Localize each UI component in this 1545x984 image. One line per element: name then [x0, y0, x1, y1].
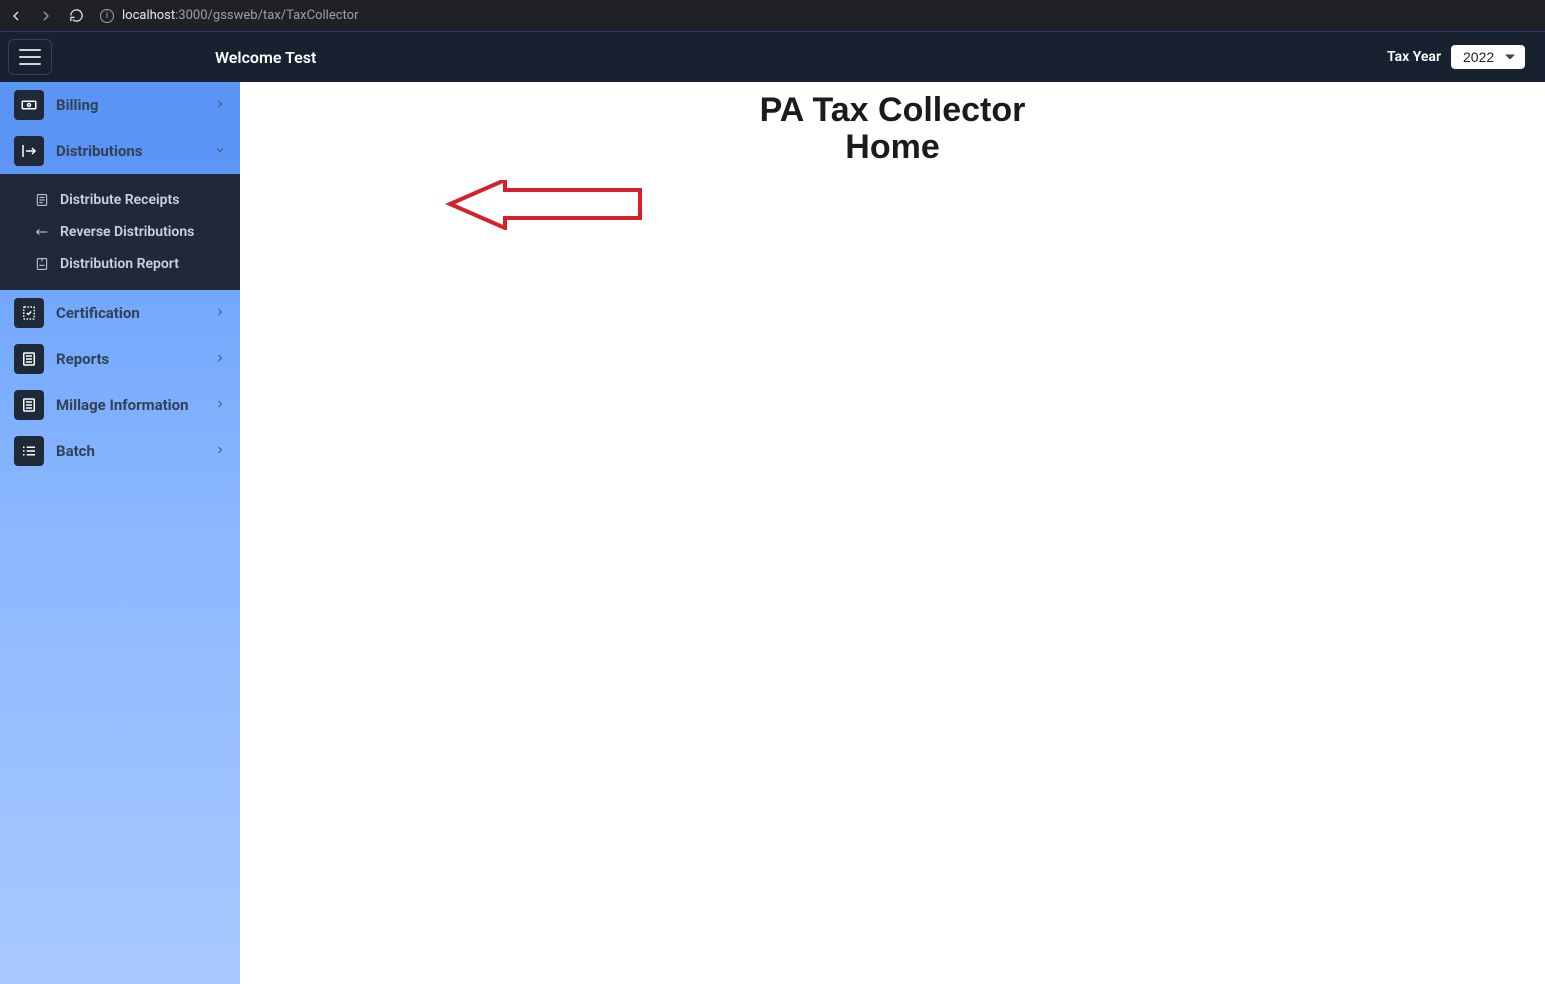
url-host: localhost [122, 8, 175, 23]
main-content: PA Tax Collector Home [240, 82, 1545, 984]
url-path: :3000/gssweb/tax/TaxCollector [175, 8, 358, 23]
nav-back-button[interactable] [8, 8, 24, 24]
sidebar-item-label: Distributions [56, 142, 142, 160]
sidebar-item-reports[interactable]: Reports [0, 336, 240, 382]
sidebar-item-label: Billing [56, 96, 98, 114]
submenu-item-label: Distribute Receipts [60, 192, 179, 208]
sidebar-item-certification[interactable]: Certification [0, 290, 240, 336]
address-bar[interactable]: i localhost:3000/gssweb/tax/TaxCollector [96, 8, 1537, 23]
sidebar-item-distributions[interactable]: Distributions [0, 128, 240, 174]
chevron-right-icon [214, 304, 226, 322]
sidebar-item-batch[interactable]: Batch [0, 428, 240, 474]
batch-icon [14, 436, 44, 466]
certification-icon [14, 298, 44, 328]
sidebar-item-label: Certification [56, 304, 140, 322]
annotation-arrow-icon [445, 180, 645, 230]
sidebar-item-label: Batch [56, 442, 95, 460]
chevron-right-icon [214, 350, 226, 368]
sidebar-item-billing[interactable]: Billing [0, 82, 240, 128]
site-info-icon[interactable]: i [100, 9, 114, 23]
billing-icon [14, 90, 44, 120]
sidebar-item-millage-information[interactable]: Millage Information [0, 382, 240, 428]
tax-year-select[interactable]: 2022 [1451, 45, 1525, 69]
nav-forward-button[interactable] [38, 8, 54, 24]
sidebar: Billing Distributions Distribute Receipt… [0, 82, 240, 984]
sidebar-item-label: Reports [56, 350, 109, 368]
submenu-item-distribution-report[interactable]: Distribution Report [0, 248, 240, 280]
tax-year-label: Tax Year [1387, 49, 1441, 65]
submenu-item-label: Reverse Distributions [60, 224, 194, 240]
nav-reload-button[interactable] [68, 8, 84, 24]
chevron-right-icon [214, 396, 226, 414]
distributions-submenu: Distribute Receipts Reverse Distribution… [0, 174, 240, 290]
welcome-text: Welcome Test [215, 48, 316, 67]
chevron-right-icon [214, 442, 226, 460]
page-title-line2: Home [393, 129, 1393, 166]
browser-bar: i localhost:3000/gssweb/tax/TaxCollector [0, 0, 1545, 32]
submenu-item-reverse-distributions[interactable]: Reverse Distributions [0, 216, 240, 248]
millage-icon [14, 390, 44, 420]
hamburger-menu-button[interactable] [8, 39, 52, 75]
submenu-item-distribute-receipts[interactable]: Distribute Receipts [0, 184, 240, 216]
reports-icon [14, 344, 44, 374]
submenu-item-label: Distribution Report [60, 256, 179, 272]
browser-nav [8, 8, 84, 24]
chevron-right-icon [214, 96, 226, 114]
chevron-down-icon [214, 142, 226, 160]
distributions-icon [14, 136, 44, 166]
app-header: Welcome Test Tax Year 2022 [0, 32, 1545, 82]
sidebar-item-label: Millage Information [56, 396, 189, 414]
page-title-line1: PA Tax Collector [393, 92, 1393, 129]
